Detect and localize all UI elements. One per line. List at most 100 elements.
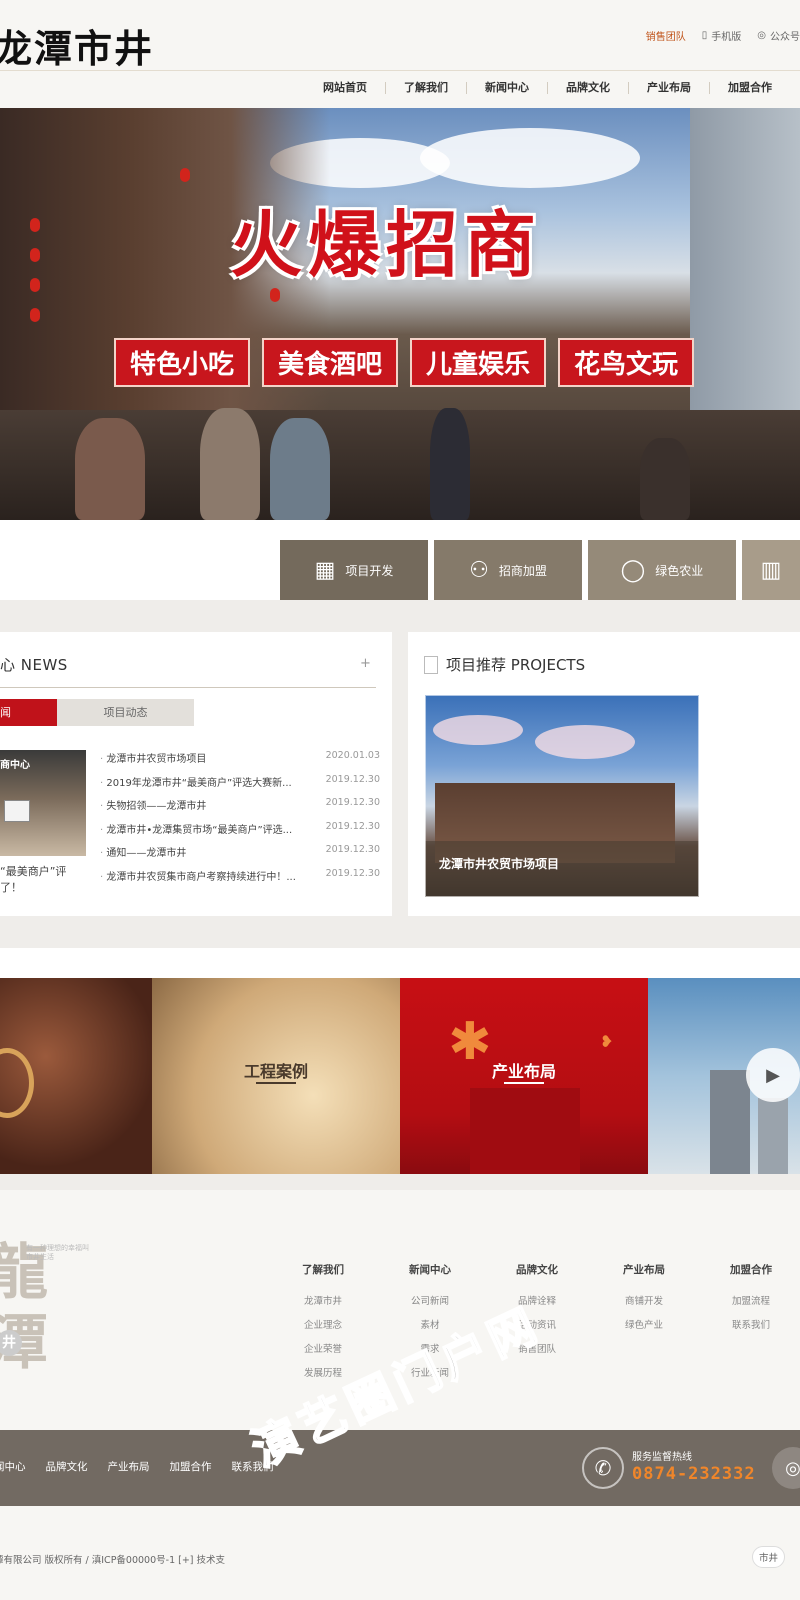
play-icon[interactable]: ▶ <box>746 1048 800 1102</box>
seal-slogan: 有一种理想的幸福叫市井生活 <box>26 1244 89 1261</box>
people-icon: ⚇ <box>469 557 489 583</box>
nav-news[interactable]: 新闻中心 <box>466 82 547 94</box>
nav-join[interactable]: 加盟合作 <box>709 82 790 94</box>
footer-bar-link[interactable]: 加盟合作 <box>170 1459 212 1474</box>
footer-link[interactable]: 商铺开发 <box>609 1293 679 1317</box>
bulb-icon: ◯ <box>620 557 646 583</box>
news-panel: 心 NEWS + 闻 项目动态 商中心 “最美商户”评了！ 龙潭市井农贸市场项目… <box>0 632 392 916</box>
banner-person <box>75 418 145 520</box>
news-item-date: 2019.12.30 <box>325 797 380 808</box>
news-item-title: 龙潭市井农贸市场项目 <box>100 750 312 774</box>
projects-panel: 项目推荐 PROJECTS 龙潭市井农贸市场项目 <box>408 632 800 916</box>
project-card-frame <box>425 695 699 897</box>
nav-brand[interactable]: 品牌文化 <box>547 82 628 94</box>
quick-button-label: 绿色农业 <box>655 563 704 578</box>
footer-bar-links: 闻中心 品牌文化 产业布局 加盟合作 联系我们 <box>0 1459 274 1474</box>
lantern-icon <box>30 248 40 262</box>
phone-icon: ▯ <box>701 30 708 41</box>
news-item-date: 2019.12.30 <box>325 844 380 855</box>
copyright-bar: 潭有限公司 版权所有 / 滇ICP备00000号-1 [+] 技术支 市井 <box>0 1506 800 1600</box>
quick-button-more[interactable]: ▥ <box>742 540 800 600</box>
footer-link[interactable]: 加盟流程 <box>716 1293 786 1317</box>
tile-industry-layout[interactable]: ✱ ❥ 产业布局 <box>400 978 648 1174</box>
quick-button-franchise[interactable]: ⚇ 招商加盟 <box>434 540 582 600</box>
footer-bar-link[interactable]: 品牌文化 <box>46 1459 88 1474</box>
sales-team-link[interactable]: 销售团队 <box>646 28 686 43</box>
projects-heading-text: 项目推荐 PROJECTS <box>446 656 586 674</box>
news-item[interactable]: 龙潭市井农贸集市商户考察持续进行中！... 2019.12.30 <box>100 868 380 892</box>
tab-company-news[interactable]: 闻 <box>0 699 57 726</box>
quick-button-label: 项目开发 <box>345 563 394 578</box>
footer-link[interactable]: 联系我们 <box>716 1317 786 1341</box>
ring-icon <box>0 1048 34 1118</box>
copyright-chip[interactable]: 市井 <box>752 1546 786 1568</box>
nav-industry[interactable]: 产业布局 <box>628 82 709 94</box>
news-item-date: 2019.12.30 <box>325 773 380 785</box>
wechat-icon[interactable]: ◎ <box>772 1447 800 1489</box>
tile-brand-culture[interactable] <box>0 978 152 1174</box>
lantern-icon <box>30 308 40 322</box>
footer-link[interactable]: 公司新闻 <box>395 1293 465 1317</box>
site-header: 龙潭市井 销售团队 ▯ 手机版 ◎ 公众号 网站首页 了解我们 新闻中心 品牌文化 … <box>0 0 800 108</box>
banner-tag: 特色小吃 <box>114 338 251 387</box>
banner-tag: 美食酒吧 <box>262 338 399 387</box>
quick-button-green-agri[interactable]: ◯ 绿色农业 <box>588 540 736 600</box>
news-item-date: 2019.12.30 <box>325 820 380 832</box>
news-item[interactable]: 2019年龙潭市井“最美商户”评选大赛新... 2019.12.30 <box>100 774 380 798</box>
wechat-icon: ◎ <box>757 30 766 41</box>
lantern-icon <box>30 278 40 292</box>
footer-bar: 闻中心 品牌文化 产业布局 加盟合作 联系我们 ✆ 服务监督热线 0874-23… <box>0 1430 800 1506</box>
footer-bar-link[interactable]: 产业布局 <box>108 1459 150 1474</box>
tile-building-silhouette <box>470 1088 580 1174</box>
footer-link[interactable]: 绿色产业 <box>609 1317 679 1341</box>
banner-tags: 特色小吃 美食酒吧 儿童娱乐 花鸟文玩 <box>114 338 695 387</box>
footer-link[interactable]: 企业理念 <box>288 1317 358 1341</box>
wechat-link[interactable]: ◎ 公众号 <box>757 28 800 43</box>
tile-underline <box>504 1082 544 1084</box>
footer-column-head[interactable]: 产业布局 <box>609 1262 679 1277</box>
tile-engineering-cases[interactable]: 工程案例 <box>152 978 400 1174</box>
news-list: 龙潭市井农贸市场项目 2020.01.03 2019年龙潭市井“最美商户”评选大赛… <box>100 750 380 891</box>
news-item[interactable]: 龙潭市井农贸市场项目 2020.01.03 <box>100 750 380 774</box>
nav-about[interactable]: 了解我们 <box>385 82 466 94</box>
wechat-link-label: 公众号 <box>770 32 800 43</box>
news-item[interactable]: 龙潭市井•龙潭集贸市场“最美商户”评选... 2019.12.30 <box>100 821 380 845</box>
building-icon: ▦ <box>314 557 336 583</box>
banner-person <box>430 408 470 520</box>
news-thumbnail-caption[interactable]: “最美商户”评了！ <box>0 864 86 896</box>
main-nav: 网站首页 了解我们 新闻中心 品牌文化 产业布局 加盟合作 <box>305 82 790 94</box>
news-item-title: 失物招领——龙潭市井 <box>100 797 312 821</box>
news-item-title: 通知——龙潭市井 <box>100 844 312 868</box>
mobile-link[interactable]: ▯ 手机版 <box>702 28 742 43</box>
footer-link[interactable]: 企业荣誉 <box>288 1341 358 1365</box>
site-logo[interactable]: 龙潭市井 <box>0 18 154 73</box>
tile-label: 工程案例 <box>243 1062 308 1081</box>
chart-icon: ▥ <box>760 557 782 583</box>
project-card[interactable]: 龙潭市井农贸市场项目 <box>425 695 699 897</box>
news-item-title: 龙潭市井农贸集市商户考察持续进行中！... <box>100 868 312 892</box>
hotline-label: 服务监督热线 <box>632 1452 692 1463</box>
banner-tag: 花鸟文玩 <box>558 338 695 387</box>
news-more-button[interactable]: + <box>360 656 371 671</box>
news-thumbnail[interactable]: 商中心 <box>0 750 86 856</box>
hero-banner[interactable]: 火爆招商 特色小吃 美食酒吧 儿童娱乐 花鸟文玩 <box>0 108 800 520</box>
news-divider <box>0 687 376 688</box>
news-item[interactable]: 失物招领——龙潭市井 2019.12.30 <box>100 797 380 821</box>
nav-home[interactable]: 网站首页 <box>305 82 385 94</box>
projects-heading: 项目推荐 PROJECTS <box>424 654 585 675</box>
tile-label: 产业布局 <box>491 1062 556 1081</box>
footer-column-head[interactable]: 新闻中心 <box>395 1262 465 1277</box>
news-item-date: 2020.01.03 <box>325 750 380 761</box>
tab-project-updates[interactable]: 项目动态 <box>57 699 194 726</box>
footer-bar-link[interactable]: 闻中心 <box>0 1459 26 1474</box>
footer-column-head[interactable]: 品牌文化 <box>502 1262 572 1277</box>
news-item[interactable]: 通知——龙潭市井 2019.12.30 <box>100 844 380 868</box>
banner-person <box>270 418 330 520</box>
quick-button-project-dev[interactable]: ▦ 项目开发 <box>280 540 428 600</box>
building-outline-icon <box>424 655 438 674</box>
footer-link[interactable]: 龙潭市井 <box>288 1293 358 1317</box>
tile-underline <box>256 1082 296 1084</box>
footer-column-head[interactable]: 加盟合作 <box>716 1262 786 1277</box>
footer-column-head[interactable]: 了解我们 <box>288 1262 358 1277</box>
copyright-text: 潭有限公司 版权所有 / 滇ICP备00000号-1 [+] 技术支 <box>0 1555 226 1566</box>
